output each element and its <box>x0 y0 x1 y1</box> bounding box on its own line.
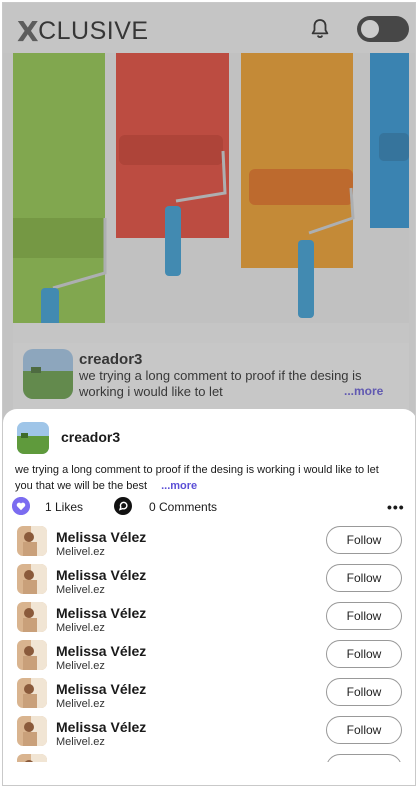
follow-button[interactable]: Follow <box>326 602 402 630</box>
list-item: Melissa Vélez Melivel.ez Follow <box>3 712 415 750</box>
user-name[interactable]: Melissa Vélez <box>56 681 146 697</box>
user-name[interactable]: Melissa Vélez <box>56 719 146 735</box>
likes-count[interactable]: 1 Likes <box>45 500 83 514</box>
list-item: Melissa Vélez Melivel.ez Follow <box>3 598 415 636</box>
user-name[interactable]: Melissa Vélez <box>56 567 146 583</box>
user-name[interactable]: Melissa Vélez <box>56 643 146 659</box>
user-handle: Melivel.ez <box>56 584 105 596</box>
follow-button[interactable] <box>326 754 402 762</box>
list-item: Melissa Vélez Melivel.ez Follow <box>3 522 415 560</box>
heart-icon[interactable] <box>12 497 30 515</box>
user-handle: Melivel.ez <box>56 546 105 558</box>
list-item <box>3 750 415 762</box>
list-item: Melissa Vélez Melivel.ez Follow <box>3 674 415 712</box>
avatar[interactable] <box>17 716 47 746</box>
avatar[interactable] <box>17 640 47 670</box>
sheet-more-link[interactable]: ...more <box>161 480 197 492</box>
list-item: Melissa Vélez Melivel.ez Follow <box>3 636 415 674</box>
avatar[interactable] <box>17 754 47 762</box>
follow-button[interactable]: Follow <box>326 564 402 592</box>
avatar[interactable] <box>17 564 47 594</box>
list-item: Melissa Vélez Melivel.ez Follow <box>3 560 415 598</box>
likes-sheet: creador3 we trying a long comment to pro… <box>3 409 415 785</box>
follow-button[interactable]: Follow <box>326 640 402 668</box>
sheet-author-name[interactable]: creador3 <box>61 429 120 445</box>
user-handle: Melivel.ez <box>56 622 105 634</box>
sheet-author-avatar[interactable] <box>17 422 49 454</box>
user-handle: Melivel.ez <box>56 660 105 672</box>
user-name[interactable]: Melissa Vélez <box>56 529 146 545</box>
user-handle: Melivel.ez <box>56 736 105 748</box>
followers-list: Melissa Vélez Melivel.ez Follow Melissa … <box>3 522 415 762</box>
avatar[interactable] <box>17 678 47 708</box>
app-frame: X CLUSIVE creador3 we trying a long comm… <box>2 2 416 786</box>
avatar[interactable] <box>17 526 47 556</box>
avatar[interactable] <box>17 602 47 632</box>
follow-button[interactable]: Follow <box>326 716 402 744</box>
follow-button[interactable]: Follow <box>326 526 402 554</box>
more-dots-icon[interactable]: ••• <box>387 499 405 515</box>
follow-button[interactable]: Follow <box>326 678 402 706</box>
sheet-caption: we trying a long comment to proof if the… <box>15 463 395 494</box>
comment-icon[interactable] <box>113 496 133 516</box>
user-name[interactable]: Melissa Vélez <box>56 605 146 621</box>
user-handle: Melivel.ez <box>56 698 105 710</box>
comments-count[interactable]: 0 Comments <box>149 500 217 514</box>
